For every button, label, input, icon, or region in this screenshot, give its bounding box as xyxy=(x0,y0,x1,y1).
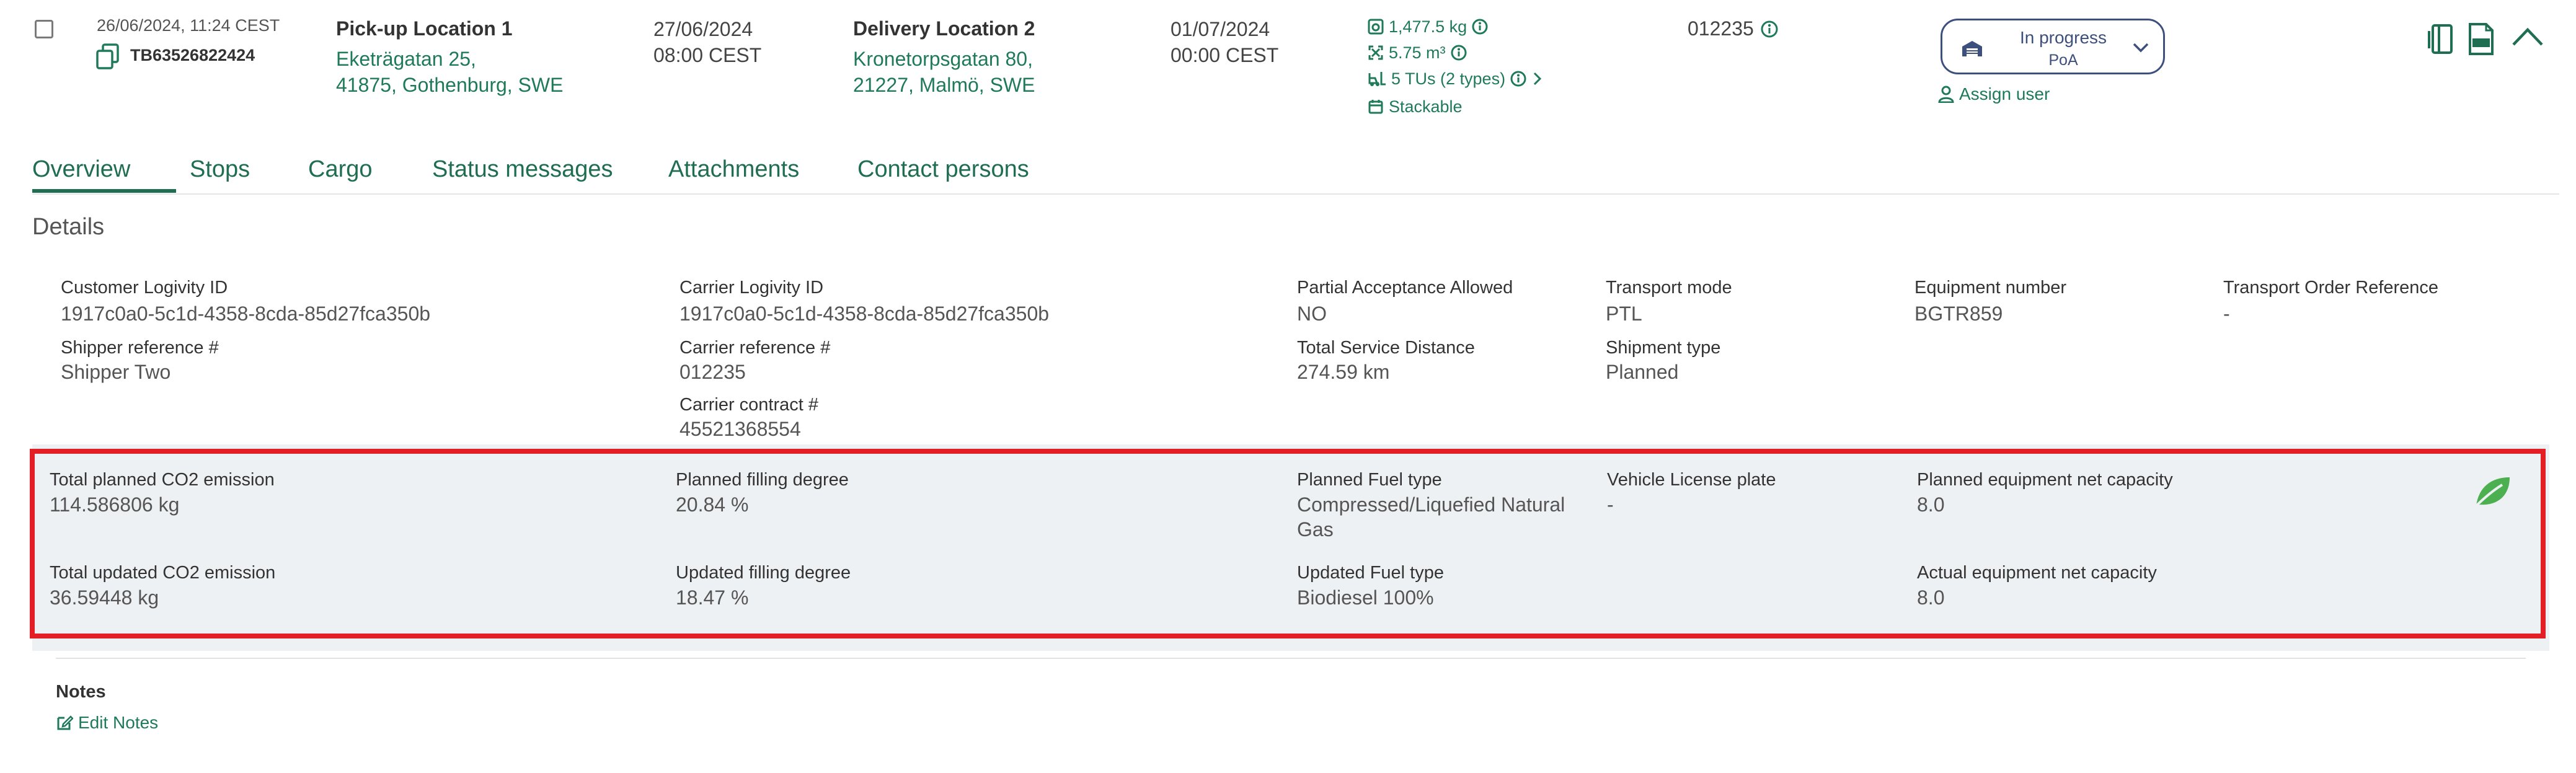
tab-attachments[interactable]: Attachments xyxy=(668,156,799,183)
tab-overview[interactable]: Overview xyxy=(32,156,130,183)
user-icon xyxy=(1938,86,1954,103)
order-id: TB63526822424 xyxy=(130,46,255,64)
info-icon[interactable] xyxy=(1760,20,1779,38)
carrier-reference-header: 012235 xyxy=(1688,17,1779,40)
total-service-distance-label: Total Service Distance xyxy=(1297,338,1475,358)
shipment-type-value: Planned xyxy=(1606,361,1679,383)
tab-status-messages[interactable]: Status messages xyxy=(432,156,613,183)
chevron-right-icon[interactable] xyxy=(1531,71,1543,87)
transport-mode-label: Transport mode xyxy=(1606,278,1732,298)
expand-icon xyxy=(1368,45,1383,60)
forklift-icon xyxy=(1368,72,1386,86)
row-select-checkbox[interactable] xyxy=(35,20,53,38)
notes-block xyxy=(32,651,2549,764)
shipment-type-label: Shipment type xyxy=(1606,338,1721,358)
chevron-down-icon xyxy=(2133,43,2149,53)
edit-notes-label: Edit Notes xyxy=(78,713,159,732)
status-sublabel: PoA xyxy=(2048,51,2078,69)
pickup-date: 27/06/2024 xyxy=(653,18,753,40)
carrier-reference-number: 012235 xyxy=(1688,17,1754,40)
customer-logivity-id-value: 1917c0a0-5c1d-4358-8cda-85d27fca350b xyxy=(61,303,431,325)
created-datetime: 26/06/2024, 11:24 CEST xyxy=(97,16,280,35)
tab-cargo[interactable]: Cargo xyxy=(308,156,373,183)
info-icon[interactable] xyxy=(1472,19,1488,35)
notes-divider xyxy=(56,658,2526,659)
info-icon[interactable] xyxy=(1451,45,1467,61)
delivery-date: 01/07/2024 xyxy=(1171,18,1270,40)
chevron-up-icon[interactable] xyxy=(2511,25,2544,47)
partial-acceptance-value: NO xyxy=(1297,303,1327,325)
delivery-time: 00:00 CEST xyxy=(1171,44,1279,66)
equipment-number-label: Equipment number xyxy=(1914,278,2067,298)
active-tab-indicator xyxy=(32,189,176,193)
details-section-title: Details xyxy=(32,214,105,240)
tabs-divider xyxy=(32,193,2559,195)
shipper-reference-label: Shipper reference # xyxy=(61,338,219,358)
equipment-number-value: BGTR859 xyxy=(1914,303,2003,325)
notes-label: Notes xyxy=(56,682,106,702)
delivery-address-line1: Kronetorpsgatan 80, xyxy=(853,48,1033,70)
delivery-address-line2: 21227, Malmö, SWE xyxy=(853,74,1035,96)
info-icon[interactable] xyxy=(1510,71,1526,87)
cargo-weight: 1,477.5 kg xyxy=(1368,16,1488,37)
status-dropdown[interactable]: In progress PoA xyxy=(1941,19,2165,74)
pickup-address-line1: Eketrägatan 25, xyxy=(336,48,476,70)
cargo-tus-value: 5 TUs (2 types) xyxy=(1391,69,1506,88)
shipper-reference-value: Shipper Two xyxy=(61,361,171,383)
assign-user-label: Assign user xyxy=(1959,84,2050,104)
details-general-block xyxy=(32,255,2549,444)
carrier-reference-label: Carrier reference # xyxy=(679,338,831,358)
customer-logivity-id-label: Customer Logivity ID xyxy=(61,278,228,298)
edit-notes-link[interactable]: Edit Notes xyxy=(56,713,158,733)
assign-user-link[interactable]: Assign user xyxy=(1938,84,2050,104)
total-service-distance-value: 274.59 km xyxy=(1297,361,1390,383)
tab-stops[interactable]: Stops xyxy=(190,156,250,183)
stackable-value: Stackable xyxy=(1389,97,1463,116)
pdf-icon[interactable] xyxy=(2468,22,2495,56)
pickup-location-name: Pick-up Location 1 xyxy=(336,17,513,40)
cargo-stackable: Stackable xyxy=(1368,96,1463,117)
tab-contact-persons[interactable]: Contact persons xyxy=(857,156,1029,183)
copy-icon[interactable] xyxy=(95,43,120,69)
carrier-contract-label: Carrier contract # xyxy=(679,395,819,415)
carrier-contract-value: 45521368554 xyxy=(679,418,801,440)
carrier-reference-value: 012235 xyxy=(679,361,746,383)
calendar-icon xyxy=(1368,100,1383,114)
transport-order-ref-value: - xyxy=(2223,303,2230,325)
partial-acceptance-label: Partial Acceptance Allowed xyxy=(1297,278,1513,298)
cargo-weight-value: 1,477.5 kg xyxy=(1389,17,1467,36)
transport-order-ref-label: Transport Order Reference xyxy=(2223,278,2439,298)
cargo-volume: 5.75 m³ xyxy=(1368,42,1467,63)
emissions-highlight-box xyxy=(30,449,2546,638)
shipment-detail-view: 26/06/2024, 11:24 CEST TB63526822424 Pic… xyxy=(0,0,2576,773)
delivery-location-name: Delivery Location 2 xyxy=(853,17,1035,40)
status-label: In progress xyxy=(2019,28,2107,47)
transport-mode-value: PTL xyxy=(1606,303,1642,325)
document-icon[interactable] xyxy=(2427,24,2455,56)
cargo-volume-value: 5.75 m³ xyxy=(1389,43,1446,62)
cargo-tus[interactable]: 5 TUs (2 types) xyxy=(1368,68,1543,89)
pickup-address-line2: 41875, Gothenburg, SWE xyxy=(336,74,564,96)
edit-icon xyxy=(57,715,73,730)
weight-icon xyxy=(1368,19,1384,35)
carrier-logivity-id-label: Carrier Logivity ID xyxy=(679,278,824,298)
carrier-logivity-id-value: 1917c0a0-5c1d-4358-8cda-85d27fca350b xyxy=(679,303,1050,325)
pickup-time: 08:00 CEST xyxy=(653,44,762,66)
